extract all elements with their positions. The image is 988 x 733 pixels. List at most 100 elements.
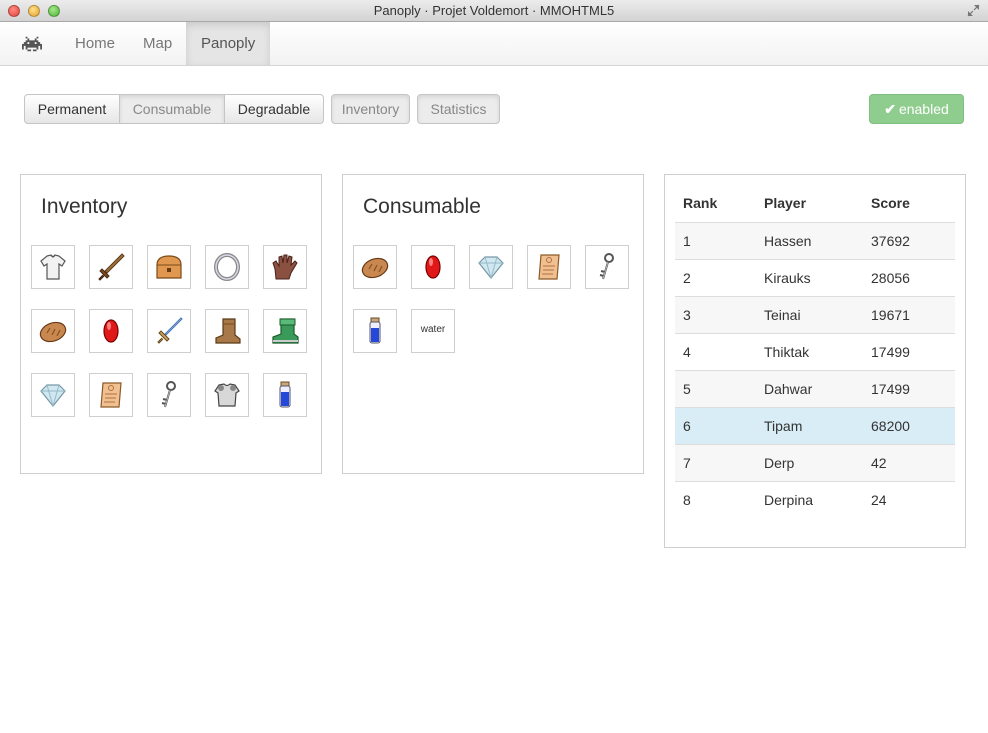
score-row: 2 Kirauks 28056	[675, 258, 955, 296]
nav-panoply[interactable]: Panoply	[186, 22, 271, 65]
navbar: Home Map Panoply	[0, 22, 988, 66]
item-slot[interactable]	[205, 373, 249, 417]
item-slot[interactable]	[527, 245, 571, 289]
water-label: water	[420, 324, 446, 335]
score-cell-player: Teinai	[756, 295, 863, 333]
item-slot[interactable]	[263, 373, 307, 417]
item-slot[interactable]	[353, 245, 397, 289]
window-title: Panoply · Projet Voldemort · MMOHTML5	[373, 3, 615, 18]
shirt-icon	[40, 254, 66, 280]
consumable-panel: Consumable water	[342, 174, 644, 474]
diamond-icon	[478, 256, 504, 279]
item-slot[interactable]	[89, 245, 133, 289]
score-row: 1 Hassen 37692	[675, 221, 955, 259]
player-header: Player	[756, 185, 863, 223]
boot-icon	[215, 318, 241, 344]
score-cell-player: Thiktak	[756, 332, 863, 370]
rank-header: Rank	[675, 185, 756, 223]
score-cell-rank: 4	[675, 332, 756, 370]
score-cell-rank: 6	[675, 406, 756, 444]
scoreboard-table: Rank Player Score 1 Hassen 37692 2 Kirauks 28…	[675, 185, 955, 518]
item-slot[interactable]	[31, 245, 75, 289]
item-slot[interactable]	[205, 309, 249, 353]
item-slot[interactable]	[89, 373, 133, 417]
score-row: 5 Dahwar 17499	[675, 369, 955, 407]
score-cell-score: 17499	[863, 332, 955, 370]
item-slot[interactable]	[147, 245, 191, 289]
item-slot[interactable]	[89, 309, 133, 353]
window-titlebar: Panoply · Projet Voldemort · MMOHTML5	[0, 0, 988, 22]
score-cell-score: 19671	[863, 295, 955, 333]
score-cell-score: 28056	[863, 258, 955, 296]
score-cell-score: 24	[863, 480, 955, 518]
score-row: 7 Derp 42	[675, 443, 955, 481]
score-header: Score	[863, 185, 955, 223]
consumable-title: Consumable	[363, 195, 481, 218]
score-cell-score: 68200	[863, 406, 955, 444]
toggle-inventory-button[interactable]: Inventory	[331, 94, 410, 124]
filter-permanent-button[interactable]: Permanent	[24, 94, 120, 124]
diamond-icon	[40, 384, 66, 407]
score-cell-rank: 5	[675, 369, 756, 407]
item-slot[interactable]	[263, 245, 307, 289]
key-icon	[161, 381, 176, 408]
ruby-icon	[425, 255, 441, 279]
inventory-panel: Inventory	[20, 174, 322, 474]
armor-icon	[214, 383, 240, 407]
fullscreen-icon[interactable]	[967, 4, 980, 17]
score-row: 4 Thiktak 17499	[675, 332, 955, 370]
item-slot[interactable]	[411, 245, 455, 289]
check-icon: ✔	[884, 101, 896, 117]
scoreboard-panel: Rank Player Score 1 Hassen 37692 2 Kirauks 28…	[664, 174, 966, 548]
score-cell-player: Derp	[756, 443, 863, 481]
green-boot-icon	[272, 318, 299, 344]
key-icon	[599, 253, 614, 280]
ring-icon	[214, 253, 240, 281]
score-cell-score: 42	[863, 443, 955, 481]
item-slot[interactable]	[469, 245, 513, 289]
score-cell-score: 37692	[863, 221, 955, 259]
score-cell-rank: 7	[675, 443, 756, 481]
score-cell-player: Derpina	[756, 480, 863, 518]
toggle-statistics-button[interactable]: Statistics	[417, 94, 500, 124]
item-slot[interactable]	[31, 373, 75, 417]
scroll-icon	[538, 254, 560, 280]
enabled-toggle-button[interactable]: ✔ enabled	[869, 94, 964, 124]
score-row: 8 Derpina 24	[675, 480, 955, 518]
item-slot[interactable]	[263, 309, 307, 353]
filter-degradable-button[interactable]: Degradable	[224, 94, 324, 124]
score-cell-rank: 3	[675, 295, 756, 333]
item-slot[interactable]	[147, 309, 191, 353]
score-cell-player: Tipam	[756, 406, 863, 444]
bread-icon	[361, 257, 389, 279]
item-slot[interactable]	[31, 309, 75, 353]
score-row: 3 Teinai 19671	[675, 295, 955, 333]
chest-icon	[156, 255, 182, 279]
glove-icon	[272, 254, 298, 280]
item-slot[interactable]	[353, 309, 397, 353]
potion-icon	[369, 317, 381, 344]
ruby-icon	[103, 319, 119, 343]
scroll-icon	[100, 382, 122, 408]
score-row: 6 Tipam 68200	[675, 406, 955, 444]
item-slot-water[interactable]: water	[411, 309, 455, 353]
score-cell-player: Dahwar	[756, 369, 863, 407]
space-invader-icon[interactable]	[22, 35, 42, 53]
nav-home[interactable]: Home	[60, 22, 130, 65]
score-cell-rank: 8	[675, 480, 756, 518]
inventory-title: Inventory	[41, 195, 128, 218]
blue-sword-icon	[157, 317, 183, 344]
scoreboard-header-row: Rank Player Score	[675, 185, 955, 223]
item-slot[interactable]	[205, 245, 249, 289]
sword-icon	[98, 253, 125, 281]
item-slot[interactable]	[585, 245, 629, 289]
potion-icon	[279, 381, 291, 408]
nav-map[interactable]: Map	[128, 22, 187, 65]
score-cell-player: Kirauks	[756, 258, 863, 296]
item-slot[interactable]	[147, 373, 191, 417]
enabled-label: enabled	[898, 101, 949, 117]
filter-consumable-button[interactable]: Consumable	[119, 94, 225, 124]
score-cell-score: 17499	[863, 369, 955, 407]
bread-icon	[39, 321, 67, 343]
score-cell-player: Hassen	[756, 221, 863, 259]
